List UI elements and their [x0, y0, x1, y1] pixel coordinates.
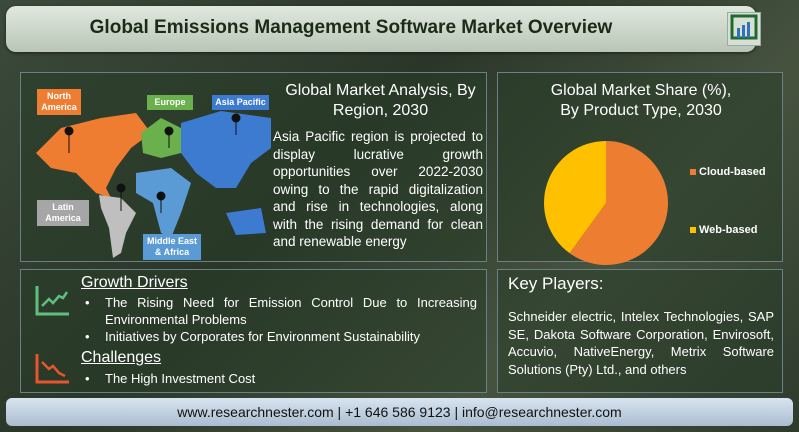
asia-pacific-shape — [181, 111, 271, 235]
growth-drivers-list: The Rising Need for Emission Control Due… — [81, 294, 477, 345]
driver-item: The Rising Need for Emission Control Due… — [81, 294, 477, 328]
challenges-list: The High Investment Cost — [81, 370, 477, 387]
legend-web-based: Web-based — [690, 224, 757, 236]
tag-north-america: North America — [37, 89, 81, 115]
key-players-heading: Key Players: — [508, 274, 604, 293]
challenge-item: The High Investment Cost — [81, 370, 477, 387]
title-bar: Global Emissions Management Software Mar… — [6, 6, 756, 52]
research-nester-logo — [727, 12, 761, 46]
region-panel-title: Global Market Analysis, By Region, 2030 — [285, 82, 476, 119]
key-players-text: Schneider electric, Intelex Technologies… — [508, 309, 774, 377]
decline-chart-icon — [35, 354, 69, 384]
chart-title: Global Market Share (%), By Product Type… — [550, 82, 732, 119]
north-america-shape — [36, 113, 151, 198]
challenges-heading: Challenges — [81, 349, 162, 366]
region-panel-text: Asia Pacific region is projected to disp… — [273, 129, 483, 249]
europe-shape — [141, 118, 181, 158]
tag-europe: Europe — [147, 95, 193, 110]
footer-contact: www.researchnester.com | +1 646 586 9123… — [6, 398, 793, 426]
tag-latin-america: Latin America — [37, 200, 89, 226]
legend-cloud-based: Cloud-based — [690, 166, 766, 178]
legend-label: Web-based — [699, 224, 758, 236]
driver-item: Initiatives by Corporates for Environmen… — [81, 328, 477, 345]
growth-chart-icon — [35, 286, 69, 316]
pie-chart — [544, 141, 668, 265]
drivers-challenges-panel: Growth Drivers The Rising Need for Emiss… — [20, 269, 487, 393]
tag-middle-east-africa: Middle East & Africa — [143, 234, 201, 260]
growth-drivers-heading: Growth Drivers — [81, 274, 188, 291]
key-players-panel: Key Players: Schneider electric, Intelex… — [497, 269, 783, 393]
legend-label: Cloud-based — [699, 166, 766, 178]
tag-asia-pacific: Asia Pacific — [212, 95, 269, 110]
region-analysis-panel: North America Europe Asia Pacific Latin … — [20, 72, 487, 262]
page-title: Global Emissions Management Software Mar… — [89, 17, 613, 38]
africa-shape — [136, 168, 191, 238]
market-share-panel: Global Market Share (%), By Product Type… — [497, 72, 783, 265]
latin-america-shape — [99, 195, 136, 258]
